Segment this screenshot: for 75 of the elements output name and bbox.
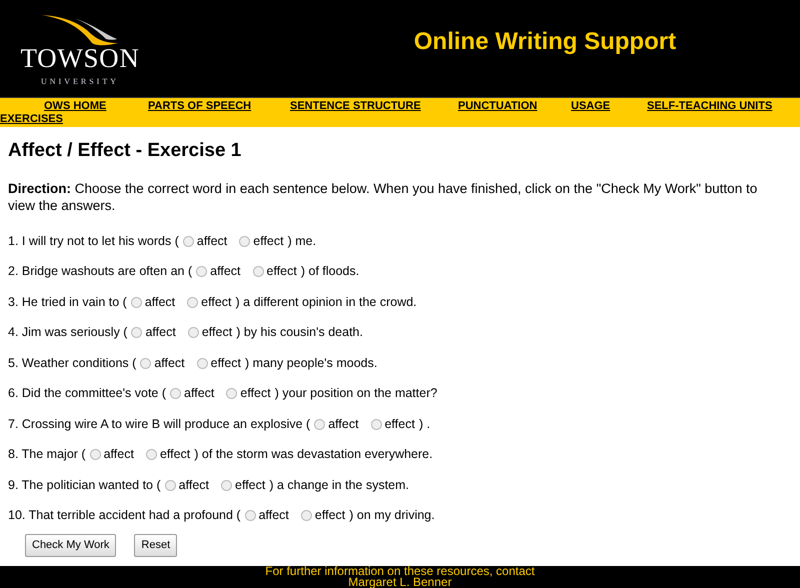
- question-text: ) of the storm was devastation everywhere.: [194, 446, 433, 464]
- logo-wordmark: TOWSON: [20, 45, 140, 72]
- question-text: ) .: [418, 416, 430, 433]
- radio-button[interactable]: [188, 327, 199, 338]
- nav-link[interactable]: PARTS OF SPEECH: [148, 100, 252, 112]
- radio-button[interactable]: [164, 480, 176, 491]
- radio-button[interactable]: [140, 358, 152, 369]
- radio-button[interactable]: [196, 266, 208, 278]
- question-text: 9. The politician wanted to (: [8, 476, 161, 494]
- radio-button[interactable]: [314, 418, 326, 430]
- option-label[interactable]: affect: [104, 445, 134, 464]
- nav-link[interactable]: PUNCTUATION: [458, 100, 538, 112]
- radio-button[interactable]: [90, 449, 101, 460]
- radio-button[interactable]: [196, 358, 208, 369]
- question-text: 6. Did the committee's vote (: [8, 385, 166, 402]
- question-text: 8. The major (: [8, 446, 86, 464]
- direction-text: Direction: Choose the correct word in each sentence below. When you have finished, click on the "Check My Work" button to view the answers.: [8, 180, 758, 214]
- option-label[interactable]: affect: [210, 262, 240, 282]
- nav-link[interactable]: SELF-TEACHING UNITS: [647, 100, 772, 112]
- question-text: ) me.: [288, 232, 316, 250]
- site-title: Online Writing Support: [414, 26, 676, 56]
- option-label[interactable]: effect: [240, 384, 271, 404]
- form-button[interactable]: Reset: [134, 534, 178, 556]
- question-text: ) a different opinion in the crowd.: [236, 294, 417, 311]
- radio-button[interactable]: [244, 510, 256, 522]
- option-label[interactable]: effect: [314, 506, 346, 526]
- option-label[interactable]: affect: [178, 476, 209, 495]
- question-text: ) a change in the system.: [269, 476, 410, 494]
- radio-button[interactable]: [130, 296, 142, 308]
- option-label[interactable]: effect: [202, 323, 232, 342]
- nav-link[interactable]: SENTENCE STRUCTURE: [290, 100, 421, 112]
- option-label[interactable]: effect: [253, 232, 284, 251]
- form-button[interactable]: Check My Work: [25, 534, 116, 556]
- option-label[interactable]: affect: [154, 354, 185, 373]
- question-text: 5. Weather conditions (: [8, 354, 136, 372]
- page-heading: Affect / Effect - Exercise 1: [8, 139, 242, 163]
- question-text: ) many people's moods.: [245, 354, 378, 372]
- radio-button[interactable]: [221, 480, 232, 491]
- radio-button[interactable]: [131, 327, 142, 338]
- radio-button[interactable]: [146, 449, 157, 460]
- nav-link[interactable]: EXERCISES: [0, 113, 63, 125]
- option-label[interactable]: effect: [160, 445, 190, 464]
- nav-link[interactable]: OWS HOME: [44, 100, 106, 112]
- question-text: ) by his cousin's death.: [236, 324, 363, 342]
- question-text: ) your position on the matter?: [274, 385, 438, 402]
- question-text: 4. Jim was seriously (: [8, 324, 128, 342]
- question-text: 7. Crossing wire A to wire B will produce an explosive (: [8, 416, 310, 433]
- option-label[interactable]: affect: [258, 506, 289, 526]
- option-label[interactable]: effect: [266, 262, 297, 282]
- radio-button[interactable]: [182, 236, 194, 247]
- option-label[interactable]: affect: [196, 232, 228, 251]
- option-label[interactable]: affect: [328, 414, 359, 434]
- option-label[interactable]: affect: [145, 323, 176, 342]
- radio-button[interactable]: [239, 236, 250, 247]
- question-text: ) on my driving.: [349, 507, 435, 524]
- radio-button[interactable]: [300, 510, 312, 522]
- option-label[interactable]: affect: [184, 384, 214, 404]
- radio-button[interactable]: [370, 418, 382, 430]
- option-label[interactable]: effect: [210, 354, 242, 373]
- nav-link[interactable]: USAGE: [571, 100, 610, 112]
- option-label[interactable]: affect: [144, 292, 176, 312]
- option-label[interactable]: effect: [201, 292, 232, 312]
- question-text: ) of floods.: [300, 263, 360, 280]
- radio-button[interactable]: [187, 296, 198, 308]
- radio-button[interactable]: [226, 388, 238, 400]
- logo-subtitle: UNIVERSITY: [41, 76, 119, 88]
- question-text: 2. Bridge washouts are often an (: [8, 263, 192, 280]
- radio-button[interactable]: [252, 266, 264, 278]
- radio-button[interactable]: [170, 388, 182, 400]
- option-label[interactable]: effect: [384, 414, 415, 434]
- question-text: 1. I will try not to let his words (: [8, 232, 179, 250]
- question-text: 10. That terrible accident had a profound (: [8, 507, 241, 524]
- option-label[interactable]: effect: [235, 476, 266, 495]
- footer-text: For further information on these resources, contact: [265, 566, 535, 577]
- question-text: 3. He tried in vain to (: [8, 294, 127, 311]
